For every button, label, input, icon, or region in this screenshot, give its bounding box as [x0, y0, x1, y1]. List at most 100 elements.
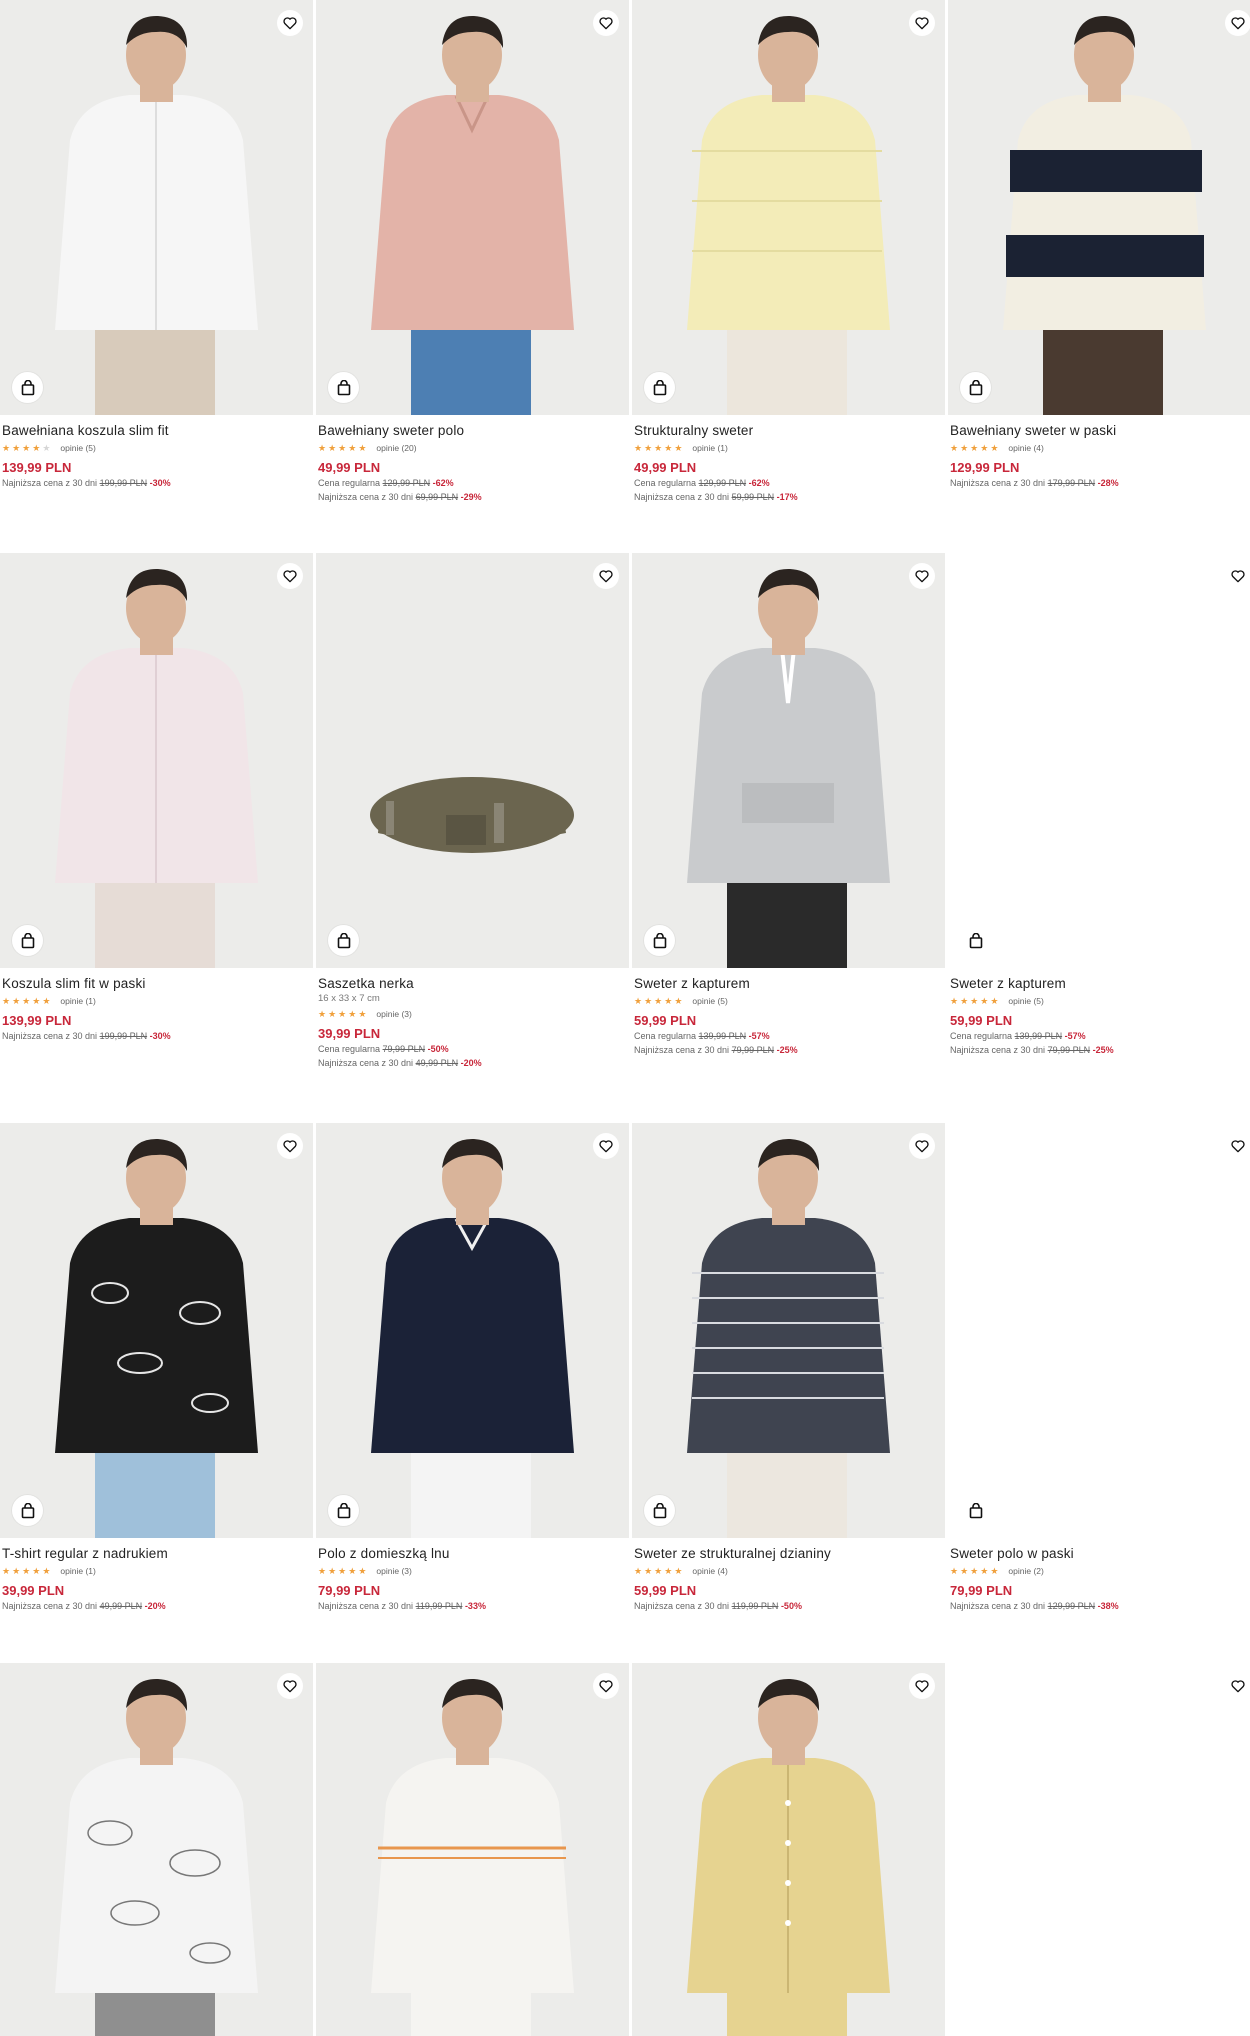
product-image[interactable] — [632, 553, 945, 968]
review-count[interactable]: opinie (20) — [376, 443, 416, 453]
product-name[interactable]: T-shirt regular z nadrukiem — [2, 1545, 311, 1562]
product-image[interactable] — [0, 0, 313, 415]
favorite-button[interactable] — [909, 10, 935, 36]
favorite-button[interactable] — [593, 563, 619, 589]
favorite-button[interactable] — [277, 563, 303, 589]
review-count[interactable]: opinie (1) — [692, 443, 727, 453]
product-card[interactable]: Bawełniana koszula slim fit ★★★★★ opinie (… — [0, 0, 313, 490]
add-to-cart-button[interactable] — [644, 1495, 675, 1526]
add-to-cart-button[interactable] — [960, 1495, 991, 1526]
old-price: 79,99 PLN — [382, 1044, 426, 1054]
price-history: Najniższa cena z 30 dni 199,99 PLN -30% — [2, 1030, 311, 1043]
add-to-cart-button[interactable] — [644, 925, 675, 956]
product-card[interactable]: Sweter z kapturem ★★★★★ opinie (5) 59,99 PL… — [632, 553, 945, 1057]
favorite-button[interactable] — [1225, 1133, 1250, 1159]
product-card[interactable]: Strukturalny sweter ★★★★★ opinie (1) 49,99 … — [632, 0, 945, 504]
price-history: Cena regularna 79,99 PLN -50% — [318, 1043, 627, 1056]
product-card[interactable]: Sweter z kapturem ★★★★★ opinie (5) 59,99 PL… — [948, 553, 1250, 1057]
review-count[interactable]: opinie (5) — [60, 443, 95, 453]
add-to-cart-button[interactable] — [644, 372, 675, 403]
product-name[interactable]: Bawełniana koszula slim fit — [2, 422, 311, 439]
product-name[interactable]: Bawełniany sweter w paski — [950, 422, 1250, 439]
product-image[interactable] — [948, 0, 1250, 415]
favorite-button[interactable] — [909, 563, 935, 589]
review-count[interactable]: opinie (1) — [60, 996, 95, 1006]
product-image[interactable] — [632, 0, 945, 415]
product-image[interactable] — [0, 1123, 313, 1538]
product-card[interactable]: Bawełniany sweter w paski ★★★★★ opinie (4)… — [948, 0, 1250, 490]
rating: ★★★★★ opinie (5) — [634, 995, 943, 1007]
product-card[interactable] — [316, 1663, 629, 2036]
favorite-button[interactable] — [593, 1133, 619, 1159]
product-card[interactable] — [948, 1663, 1250, 2036]
price-history-label: Cena regularna — [950, 1031, 1015, 1041]
product-image[interactable] — [316, 553, 629, 968]
product-photo — [0, 0, 313, 415]
product-card[interactable]: Sweter polo w paski ★★★★★ opinie (2) 79,99 … — [948, 1123, 1250, 1613]
favorite-button[interactable] — [277, 1673, 303, 1699]
favorite-button[interactable] — [277, 1133, 303, 1159]
add-to-cart-button[interactable] — [328, 1495, 359, 1526]
favorite-button[interactable] — [593, 1673, 619, 1699]
product-name[interactable]: Strukturalny sweter — [634, 422, 943, 439]
review-count[interactable]: opinie (5) — [692, 996, 727, 1006]
favorite-button[interactable] — [1225, 563, 1250, 589]
product-image[interactable] — [316, 0, 629, 415]
add-to-cart-button[interactable] — [12, 372, 43, 403]
favorite-button[interactable] — [593, 10, 619, 36]
review-count[interactable]: opinie (2) — [1008, 1566, 1043, 1576]
product-image[interactable] — [0, 1663, 313, 2036]
product-name[interactable]: Bawełniany sweter polo — [318, 422, 627, 439]
shopping-bag-icon — [21, 379, 35, 396]
product-image[interactable] — [632, 1123, 945, 1538]
review-count[interactable]: opinie (3) — [376, 1009, 411, 1019]
product-info: T-shirt regular z nadrukiem ★★★★★ opinie (… — [0, 1538, 313, 1613]
rating: ★★★★★ opinie (1) — [634, 442, 943, 454]
add-to-cart-button[interactable] — [960, 372, 991, 403]
favorite-button[interactable] — [909, 1673, 935, 1699]
product-card[interactable]: Koszula slim fit w paski ★★★★★ opinie (1) 1… — [0, 553, 313, 1043]
product-card[interactable]: Sweter ze strukturalnej dzianiny ★★★★★ opi… — [632, 1123, 945, 1613]
product-card[interactable]: Polo z domieszką lnu ★★★★★ opinie (3) 79,99… — [316, 1123, 629, 1613]
rating: ★★★★★ opinie (20) — [318, 442, 627, 454]
discount-percent: -20% — [142, 1601, 166, 1611]
product-name[interactable]: Polo z domieszką lnu — [318, 1545, 627, 1562]
old-price: 49,99 PLN — [99, 1601, 143, 1611]
product-image[interactable] — [0, 553, 313, 968]
product-card[interactable]: Saszetka nerka 16 x 33 x 7 cm ★★★★★ opinie … — [316, 553, 629, 1070]
add-to-cart-button[interactable] — [328, 925, 359, 956]
product-image[interactable] — [316, 1663, 629, 2036]
product-price: 79,99 PLN — [950, 1583, 1013, 1598]
heart-outline-icon — [598, 568, 614, 584]
product-image[interactable] — [632, 1663, 945, 2036]
favorite-button[interactable] — [277, 10, 303, 36]
product-name[interactable]: Sweter z kapturem — [634, 975, 943, 992]
add-to-cart-button[interactable] — [12, 1495, 43, 1526]
product-name[interactable]: Saszetka nerka — [318, 975, 627, 992]
add-to-cart-button[interactable] — [12, 925, 43, 956]
product-image[interactable] — [948, 1123, 1250, 1538]
add-to-cart-button[interactable] — [328, 372, 359, 403]
favorite-button[interactable] — [1225, 10, 1250, 36]
product-image[interactable] — [316, 1123, 629, 1538]
product-photo — [948, 0, 1250, 415]
product-card[interactable]: Bawełniany sweter polo ★★★★★ opinie (20) 49… — [316, 0, 629, 504]
favorite-button[interactable] — [1225, 1673, 1250, 1699]
product-image[interactable] — [948, 1663, 1250, 2036]
favorite-button[interactable] — [909, 1133, 935, 1159]
rating: ★★★★★ opinie (1) — [2, 1565, 311, 1577]
product-name[interactable]: Koszula slim fit w paski — [2, 975, 311, 992]
review-count[interactable]: opinie (3) — [376, 1566, 411, 1576]
add-to-cart-button[interactable] — [960, 925, 991, 956]
review-count[interactable]: opinie (4) — [1008, 443, 1043, 453]
review-count[interactable]: opinie (5) — [1008, 996, 1043, 1006]
product-card[interactable]: T-shirt regular z nadrukiem ★★★★★ opinie (… — [0, 1123, 313, 1613]
review-count[interactable]: opinie (4) — [692, 1566, 727, 1576]
product-card[interactable] — [632, 1663, 945, 2036]
product-name[interactable]: Sweter ze strukturalnej dzianiny — [634, 1545, 943, 1562]
product-card[interactable] — [0, 1663, 313, 2036]
review-count[interactable]: opinie (1) — [60, 1566, 95, 1576]
product-image[interactable] — [948, 553, 1250, 968]
product-name[interactable]: Sweter z kapturem — [950, 975, 1250, 992]
product-name[interactable]: Sweter polo w paski — [950, 1545, 1250, 1562]
